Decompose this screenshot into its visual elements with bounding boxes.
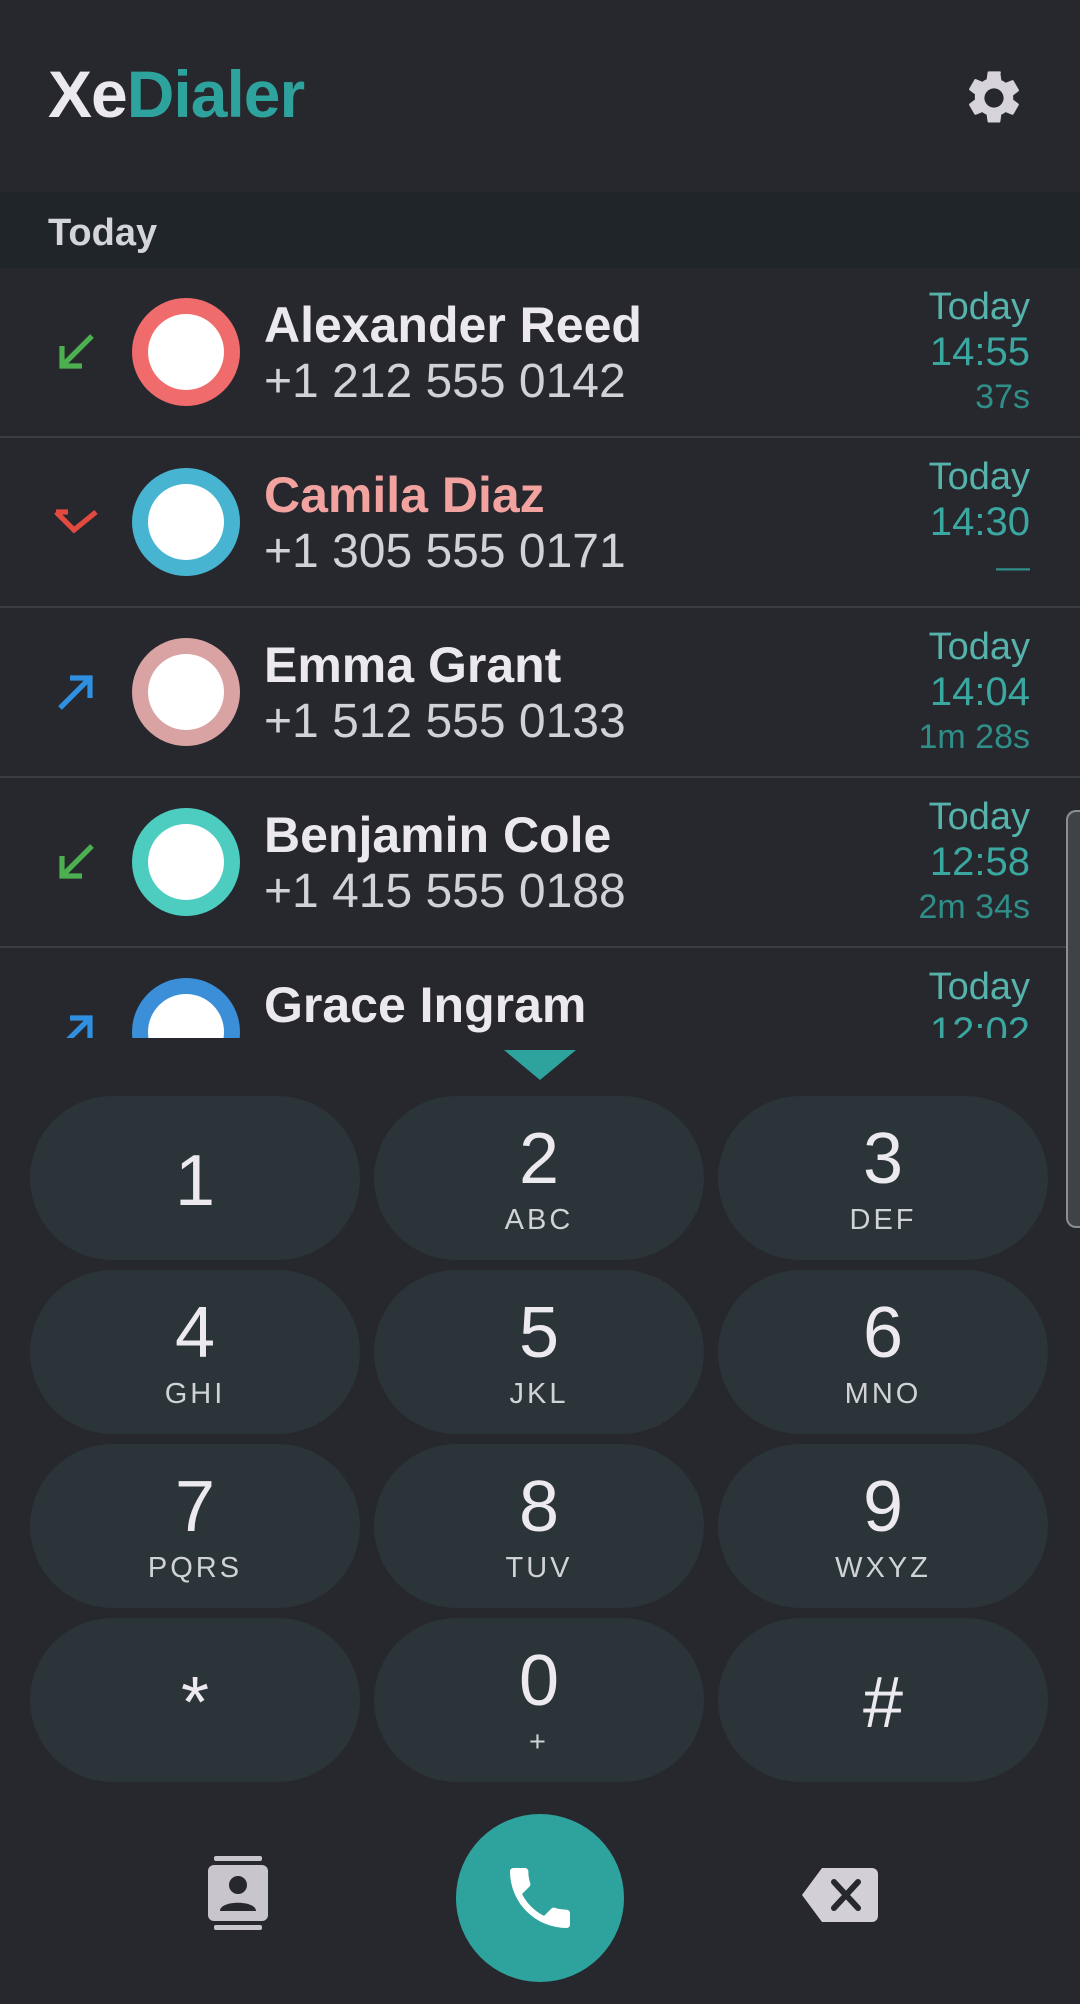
key-9[interactable]: 9 WXYZ xyxy=(718,1444,1048,1608)
phone-number: +1 512 555 0133 xyxy=(264,695,626,748)
section-label: Today xyxy=(48,212,158,254)
call-duration: 37s xyxy=(975,378,1030,416)
call-day: Today xyxy=(928,966,1030,1008)
contact-name: Benjamin Cole xyxy=(264,807,612,863)
missed-call-icon xyxy=(52,498,100,546)
contact-name: Emma Grant xyxy=(264,637,562,693)
section-header-today: Today xyxy=(0,192,1080,268)
incoming-call-icon xyxy=(52,838,100,886)
key-5[interactable]: 5 JKL xyxy=(374,1270,704,1434)
key-2[interactable]: 2 ABC xyxy=(374,1096,704,1260)
call-time: 14:30 xyxy=(929,500,1030,544)
call-time: 12:58 xyxy=(929,840,1030,884)
call-duration: — xyxy=(996,548,1030,586)
avatar[interactable] xyxy=(132,978,240,1038)
collapse-triangle-icon[interactable] xyxy=(504,1050,576,1080)
avatar[interactable] xyxy=(132,298,240,406)
call-log-row[interactable]: Alexander Reed +1 212 555 0142 Today 14:… xyxy=(0,268,1080,438)
scrollbar-thumb[interactable] xyxy=(1066,810,1080,1228)
call-log-row[interactable]: Camila Diaz +1 305 555 0171 Today 14:30 … xyxy=(0,438,1080,608)
call-log-list[interactable]: Alexander Reed +1 212 555 0142 Today 14:… xyxy=(0,268,1080,1038)
avatar[interactable] xyxy=(132,468,240,576)
key-0[interactable]: 0 + xyxy=(374,1618,704,1782)
call-day: Today xyxy=(928,286,1030,328)
key-star[interactable]: * xyxy=(30,1618,360,1782)
call-day: Today xyxy=(928,456,1030,498)
phone-number: +1 212 555 0142 xyxy=(264,355,626,408)
app-bar: XeDialer xyxy=(0,0,1080,192)
call-time: 14:04 xyxy=(929,670,1030,714)
backspace-icon[interactable] xyxy=(802,1868,878,1922)
phone-icon xyxy=(510,1868,570,1928)
call-time: 14:55 xyxy=(929,330,1030,374)
contacts-icon[interactable] xyxy=(206,1856,270,1930)
key-6[interactable]: 6 MNO xyxy=(718,1270,1048,1434)
call-log-row[interactable]: Emma Grant +1 512 555 0133 Today 14:04 1… xyxy=(0,608,1080,778)
call-duration: 1m 28s xyxy=(918,718,1031,756)
key-3[interactable]: 3 DEF xyxy=(718,1096,1048,1260)
call-day: Today xyxy=(928,796,1030,838)
phone-number: +1 415 555 0188 xyxy=(264,865,626,918)
call-log-row[interactable]: Grace Ingram Today 12:02 xyxy=(0,948,1080,1038)
key-4[interactable]: 4 GHI xyxy=(30,1270,360,1434)
app-title: XeDialer xyxy=(48,57,305,131)
outgoing-call-icon xyxy=(52,668,100,716)
contact-name: Camila Diaz xyxy=(264,467,545,523)
gear-icon[interactable] xyxy=(962,66,1026,130)
call-log-row[interactable]: Benjamin Cole +1 415 555 0188 Today 12:5… xyxy=(0,778,1080,948)
contact-name: Alexander Reed xyxy=(264,297,642,353)
incoming-call-icon xyxy=(52,328,100,376)
call-time: 12:02 xyxy=(929,1010,1030,1038)
key-hash[interactable]: # xyxy=(718,1618,1048,1782)
phone-number: +1 305 555 0171 xyxy=(264,525,626,578)
bottom-action-bar xyxy=(0,1790,1080,2004)
call-day: Today xyxy=(928,626,1030,668)
key-1[interactable]: 1 xyxy=(30,1096,360,1260)
avatar[interactable] xyxy=(132,808,240,916)
key-8[interactable]: 8 TUV xyxy=(374,1444,704,1608)
avatar[interactable] xyxy=(132,638,240,746)
outgoing-call-icon xyxy=(52,1008,100,1038)
call-button[interactable] xyxy=(456,1814,624,1982)
key-7[interactable]: 7 PQRS xyxy=(30,1444,360,1608)
contact-name: Grace Ingram xyxy=(264,977,587,1033)
call-duration: 2m 34s xyxy=(918,888,1031,926)
